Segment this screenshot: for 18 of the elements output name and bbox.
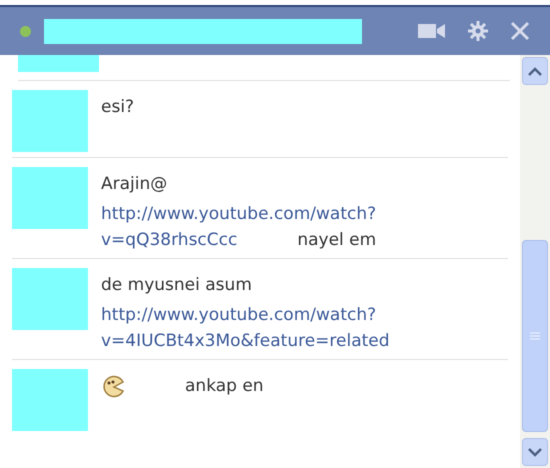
scroll-down-button[interactable] (522, 438, 548, 466)
message-text: nayel em (297, 229, 376, 252)
close-icon[interactable] (510, 21, 530, 41)
scrollbar-thumb[interactable] (522, 240, 548, 432)
pacman-emoticon-icon (101, 374, 125, 398)
message-text: esi? (101, 96, 134, 119)
video-camera-icon[interactable] (418, 23, 446, 39)
message-link[interactable]: v=qQ38rhscCcc (101, 227, 238, 253)
message-link[interactable]: http://www.youtube.com/watch? (101, 302, 376, 328)
scroll-up-button[interactable] (522, 57, 548, 85)
down-caret-icon (528, 448, 542, 456)
message-link[interactable]: http://www.youtube.com/watch? (101, 201, 376, 227)
message-link[interactable]: v=4IUCBt4x3Mo&feature=related (101, 328, 390, 354)
message-text: ankap en (185, 375, 264, 398)
message-text: de myusnei asum (101, 274, 252, 297)
up-caret-icon (528, 66, 542, 76)
grip-icon (530, 332, 540, 340)
message-text: Arajin@ (101, 173, 168, 196)
